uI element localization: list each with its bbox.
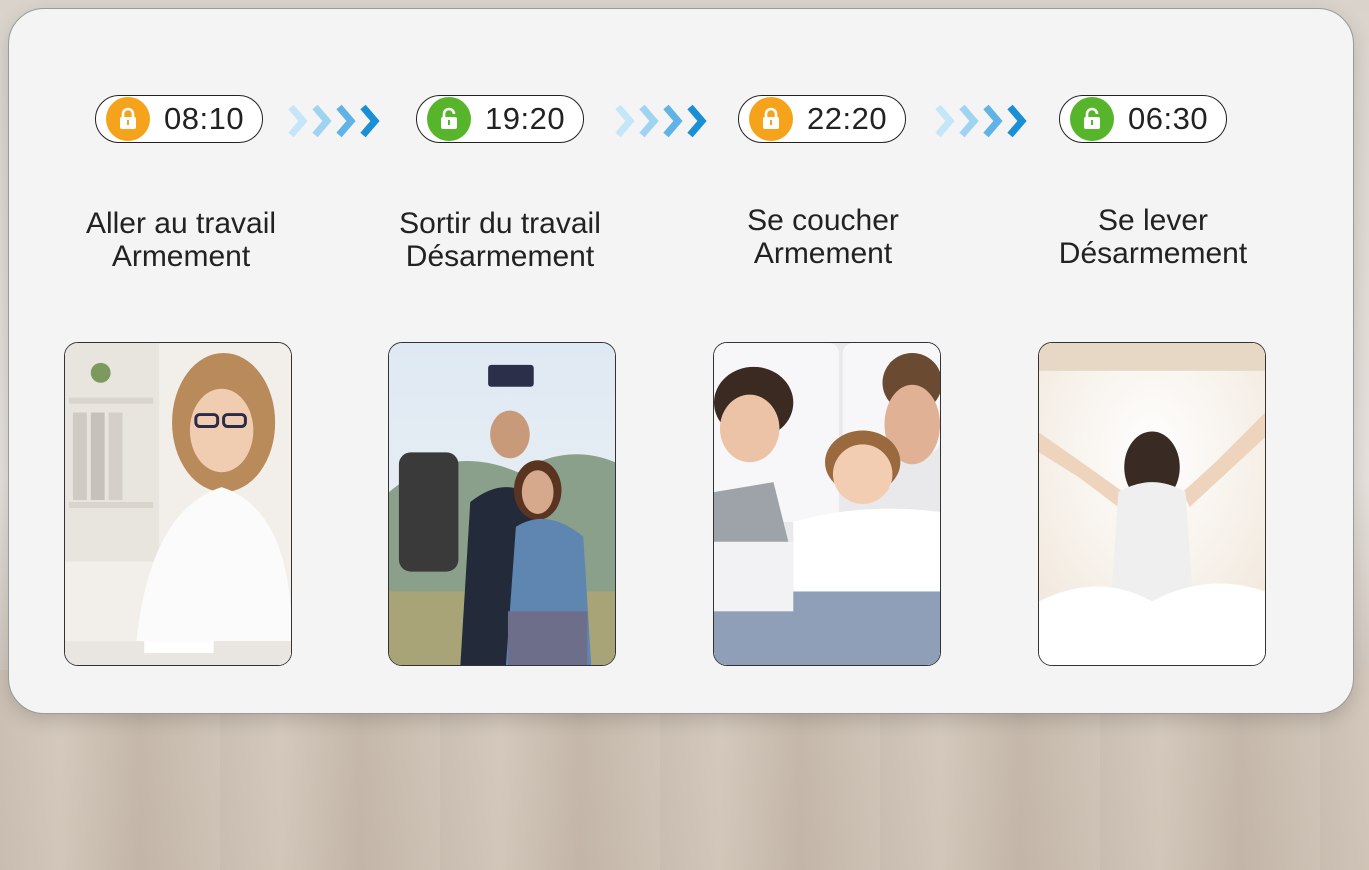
arrows-icon — [935, 104, 1027, 138]
step-label-3: Se coucher Armement — [673, 204, 973, 270]
photo-bedtime — [713, 342, 941, 666]
mode-text: Désarmement — [1058, 237, 1248, 270]
time-pill-2: 19:20 — [416, 95, 584, 143]
time-text: 08:10 — [164, 101, 245, 136]
step-label-4: Se lever Désarmement — [1003, 204, 1303, 270]
mode-text: Armement — [753, 237, 893, 270]
time-text: 19:20 — [485, 101, 566, 136]
time-pill-3: 22:20 — [738, 95, 906, 143]
mode-text: Désarmement — [405, 240, 595, 273]
time-pill-1: 08:10 — [95, 95, 263, 143]
schedule-card: 08:10 19:20 22:20 06:30 Aller au travail… — [8, 8, 1354, 714]
activity-text: Se coucher — [747, 204, 899, 237]
activity-text: Aller au travail — [85, 207, 277, 240]
step-label-1: Aller au travail Armement — [31, 207, 331, 273]
mode-text: Armement — [111, 240, 251, 273]
photo-wake-up — [1038, 342, 1266, 666]
step-label-2: Sortir du travail Désarmement — [350, 207, 650, 273]
photo-leave-work — [388, 342, 616, 666]
time-text: 06:30 — [1128, 101, 1209, 136]
activity-text: Se lever — [1097, 204, 1209, 237]
time-text: 22:20 — [807, 101, 888, 136]
unlock-icon — [427, 97, 471, 141]
arrows-icon — [288, 104, 380, 138]
arrows-icon — [615, 104, 707, 138]
activity-text: Sortir du travail — [399, 207, 601, 240]
lock-icon — [749, 97, 793, 141]
unlock-icon — [1070, 97, 1114, 141]
photo-work — [64, 342, 292, 666]
time-pill-4: 06:30 — [1059, 95, 1227, 143]
lock-icon — [106, 97, 150, 141]
